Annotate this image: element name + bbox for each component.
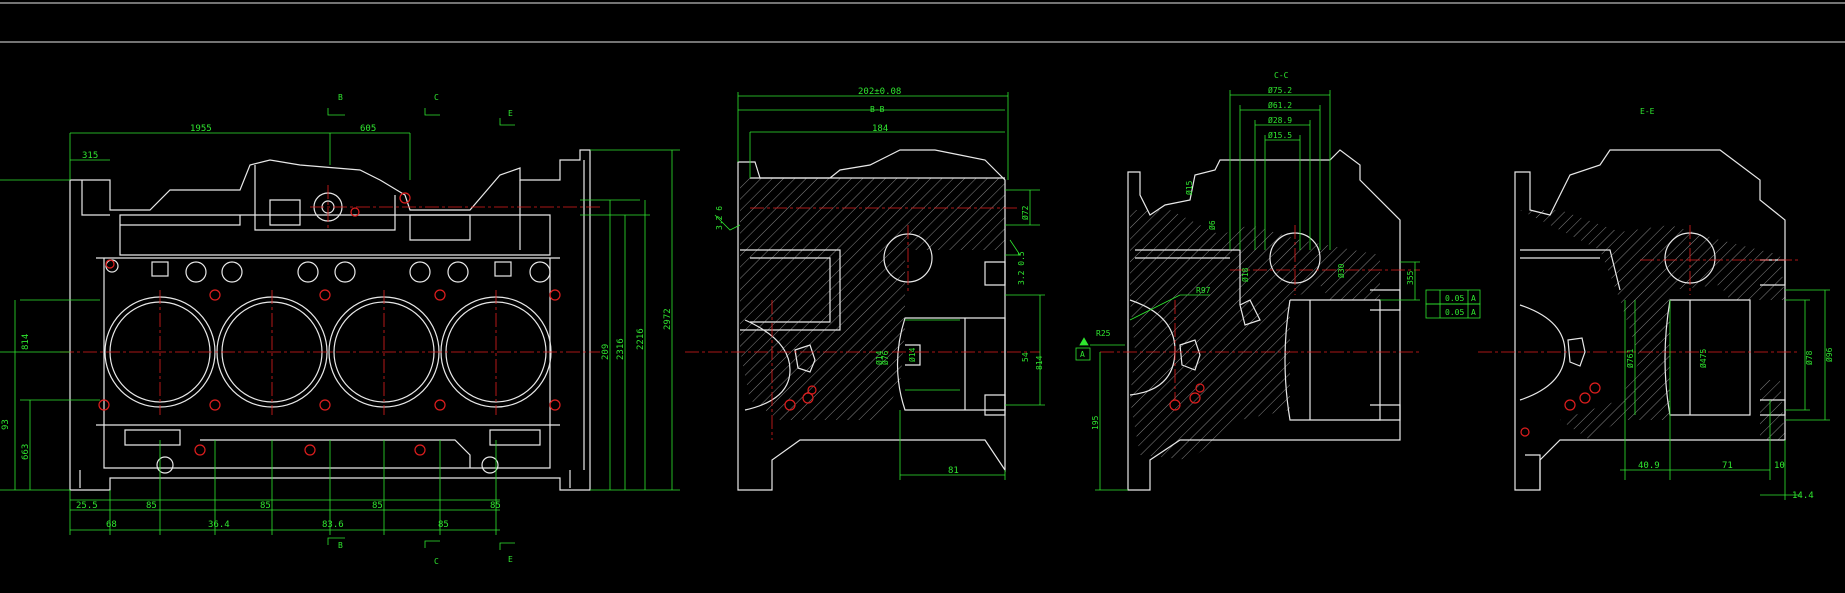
section-mark-b-top: B xyxy=(338,93,343,102)
front-dim-right-2316: 2316 xyxy=(616,338,626,360)
front-dim-bottom-85e: 85 xyxy=(490,501,501,511)
section-e-e-dim-475: Ø475 xyxy=(1698,349,1708,368)
section-c-c-dim-15: Ø15 xyxy=(1184,180,1194,195)
section-c-c-dim-752: Ø75.2 xyxy=(1268,85,1292,95)
front-dim-left-663: 663 xyxy=(21,444,31,460)
section-e-e-dim-96: Ø96 xyxy=(1824,347,1834,362)
section-e-e-dim-144: 14.4 xyxy=(1792,491,1814,501)
section-b-b-dim-14a: Ø14 xyxy=(874,350,884,365)
section-b-b-title: B-B xyxy=(870,105,885,114)
section-b-b-dim-72: Ø72 xyxy=(1020,205,1030,220)
front-dim-315: 315 xyxy=(82,151,98,161)
section-b-b-dim-54: 54 xyxy=(1021,352,1030,362)
section-b-b-roughness-left: 3.2 6 xyxy=(715,206,724,230)
section-c-c-dim-30: Ø30 xyxy=(1336,263,1346,278)
section-c-c-dim-r25: R25 xyxy=(1096,329,1111,338)
front-dim-1955: 1955 xyxy=(190,124,212,134)
front-dim-bottom-85d: 85 xyxy=(438,520,449,530)
section-mark-e-top: E xyxy=(508,109,513,118)
section-c-c-dim-6: Ø6 xyxy=(1207,220,1217,230)
tolerance-datum-1: A xyxy=(1471,294,1476,303)
front-dim-bottom-364: 36.4 xyxy=(208,520,230,530)
tolerance-datum-2: A xyxy=(1471,308,1476,317)
section-c-c-dim-18: Ø18 xyxy=(1240,267,1250,282)
cad-drawing-canvas: 1955 315 605 25.5 68 85 36.4 85 83.6 85 … xyxy=(0,2,1845,566)
section-c-c-datum-a: A xyxy=(1080,350,1085,359)
section-c-c-view: C-C Ø75.2 Ø61.2 Ø28.9 Ø15.5 Ø15 R97 R25 … xyxy=(1075,71,1481,491)
front-bolt-holes xyxy=(98,192,561,456)
section-e-e-dim-10: 10 xyxy=(1774,461,1785,471)
section-e-e-hatched-area xyxy=(1520,210,1785,440)
front-dim-left-814: 814 xyxy=(21,334,31,350)
section-e-e-title: E-E xyxy=(1640,107,1655,116)
section-mark-c-bottom: C xyxy=(434,557,439,566)
section-e-e-dim-761: Ø761 xyxy=(1625,349,1635,368)
tolerance-value-1: 0.05 xyxy=(1445,294,1464,303)
section-b-b-view: 202±0.08 B-B 184 3.2 6 Ø72 3.2 0.5 Ø76 Ø… xyxy=(685,87,1045,491)
section-mark-e-bottom: E xyxy=(508,555,513,564)
section-e-e-dim-409: 40.9 xyxy=(1638,461,1660,471)
front-dim-bottom-836: 83.6 xyxy=(322,520,344,530)
front-dim-bottom-68: 68 xyxy=(106,520,117,530)
section-b-b-dim-81: 81 xyxy=(948,466,959,476)
front-dim-right-2216: 2216 xyxy=(636,328,646,350)
section-c-c-dim-289: Ø28.9 xyxy=(1268,115,1292,125)
front-dim-left-93: 93 xyxy=(1,419,11,430)
section-mark-b-bottom: B xyxy=(338,541,343,550)
front-dim-bottom-255: 25.5 xyxy=(76,501,98,511)
section-b-b-dim-202: 202±0.08 xyxy=(858,87,901,97)
section-b-b-dim-14b: Ø14 xyxy=(907,347,917,362)
front-dim-605: 605 xyxy=(360,124,376,134)
title-frame xyxy=(0,2,1845,43)
section-c-c-dim-155: Ø15.5 xyxy=(1268,130,1292,140)
section-c-c-dim-r97: R97 xyxy=(1196,286,1211,295)
front-dim-bottom-85b: 85 xyxy=(260,501,271,511)
section-mark-c-top: C xyxy=(434,93,439,102)
section-b-b-dim-184: 184 xyxy=(872,124,888,134)
front-view: 1955 315 605 25.5 68 85 36.4 85 83.6 85 … xyxy=(0,93,680,566)
section-e-e-hatched-right xyxy=(1760,380,1785,440)
front-dim-bottom-85c: 85 xyxy=(372,501,383,511)
section-c-c-dim-195: 195 xyxy=(1091,415,1100,430)
section-c-c-title: C-C xyxy=(1274,71,1289,80)
front-dim-bottom-85a: 85 xyxy=(146,501,157,511)
front-view-outline xyxy=(69,149,591,491)
tolerance-value-2: 0.05 xyxy=(1445,308,1464,317)
section-e-e-dim-71: 71 xyxy=(1722,461,1733,471)
section-c-c-dim-612: Ø61.2 xyxy=(1268,100,1292,110)
front-dim-right-209: 209 xyxy=(601,344,611,360)
section-e-e-dim-78: Ø78 xyxy=(1804,350,1814,365)
section-b-b-roughness-right: 3.2 0.5 xyxy=(1017,251,1026,285)
section-c-c-dim-355: 355 xyxy=(1406,270,1415,285)
front-dim-right-2972: 2972 xyxy=(663,308,673,330)
section-e-e-view: E-E Ø761 Ø475 Ø78 Ø96 40.9 71 10 14.4 xyxy=(1478,107,1834,501)
section-b-b-dim-814: 814 xyxy=(1035,355,1044,370)
